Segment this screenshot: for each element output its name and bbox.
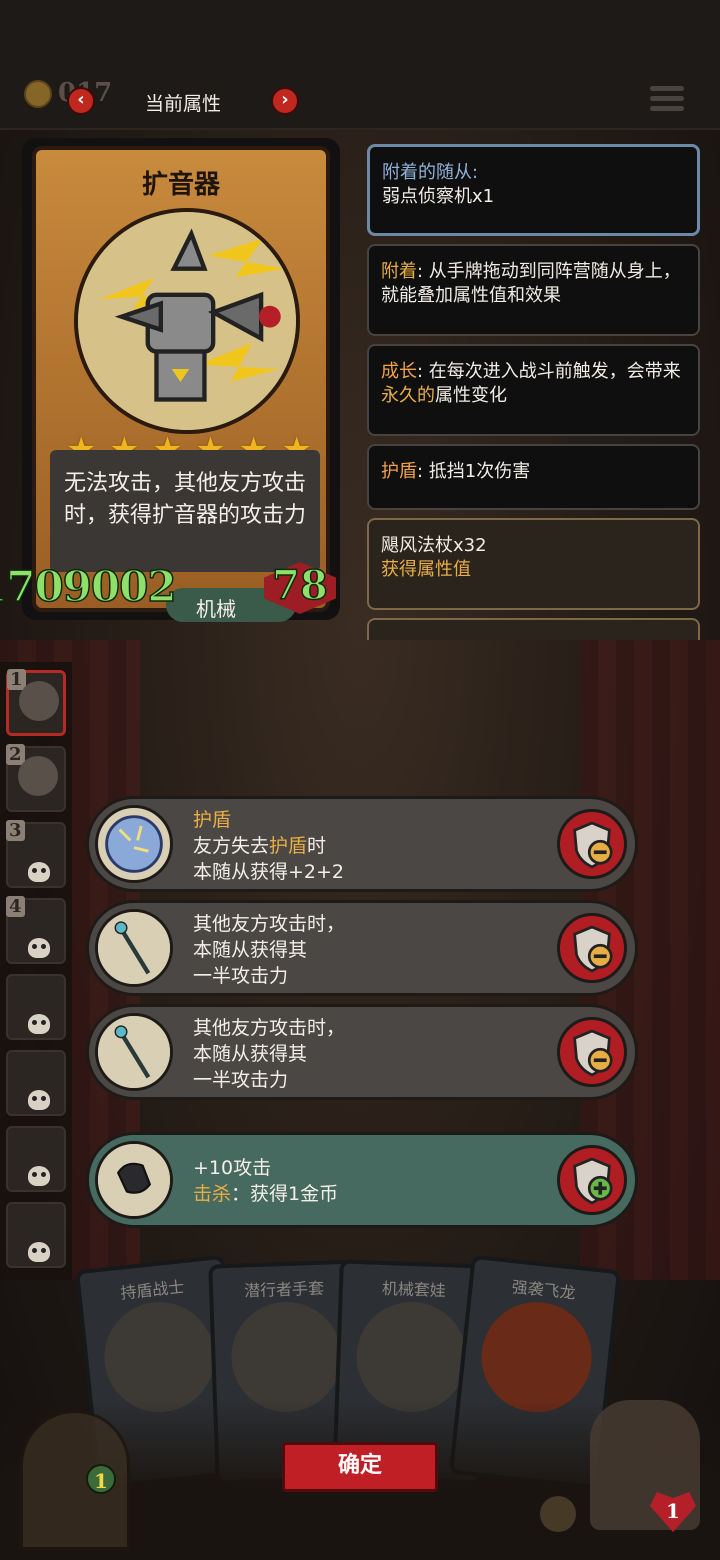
attached-minion-panel: 附着的随从: 弱点侦察机x1 xyxy=(367,144,700,236)
minion-sidebar: 1 2 3 4 xyxy=(0,662,72,1280)
effect-title: 护盾 xyxy=(193,809,232,831)
slot-number: 4 xyxy=(6,896,25,917)
effect-line: 其他友方攻击时， xyxy=(193,1017,346,1039)
sidebar-slot[interactable] xyxy=(6,1126,66,1192)
remove-effect-button[interactable] xyxy=(557,913,627,983)
sidebar-slot[interactable] xyxy=(6,974,66,1040)
attach-keyword-panel: 附着: 从手牌拖动到同阵营随从身上，就能叠加属性值和效果 xyxy=(367,244,700,336)
slot-number: 3 xyxy=(6,820,25,841)
sidebar-slot[interactable] xyxy=(6,1050,66,1116)
panel-text: : 从手牌拖动到同阵营随从身上，就能叠加属性值和效果 xyxy=(381,261,681,306)
panel-highlight: 永久的 xyxy=(381,385,435,406)
remove-effect-button[interactable] xyxy=(557,809,627,879)
gauntlet-icon xyxy=(95,1141,173,1219)
panel-label: 附着的随从: xyxy=(382,162,479,183)
staff-icon xyxy=(95,909,173,987)
remove-effect-button[interactable] xyxy=(557,1017,627,1087)
panel-text: 获得属性值 xyxy=(381,559,471,580)
sidebar-slot[interactable]: 3 xyxy=(6,820,66,888)
panel-text: : 抵挡1次伤害 xyxy=(417,461,531,482)
skull-icon xyxy=(28,862,50,882)
gauntlet-icon xyxy=(229,1300,344,1414)
panel-label: 成长 xyxy=(381,361,417,382)
effect-line: 其他友方攻击时， xyxy=(193,913,346,935)
skull-icon xyxy=(28,938,50,958)
effect-description: 护盾 友方失去护盾时 本随从获得+2+2 xyxy=(193,807,553,885)
panel-label: 护盾 xyxy=(381,461,417,482)
effect-row: 其他友方攻击时， 本随从获得其 一半攻击力 xyxy=(86,1004,638,1100)
minion-card: 扩音器 ★ ★ ★ ★ ★ ★ 无法攻击 xyxy=(22,138,340,622)
bell-icon[interactable] xyxy=(540,1496,576,1532)
sidebar-slot[interactable] xyxy=(6,1202,66,1268)
sidebar-slot[interactable]: 2 xyxy=(6,744,66,812)
growth-keyword-panel: 成长: 在每次进入战斗前触发，会带来永久的属性变化 xyxy=(367,344,700,436)
gold-coin-icon xyxy=(24,80,52,108)
panel-text: 弱点侦察机x1 xyxy=(382,186,495,207)
megaphone-robot-icon xyxy=(74,208,300,434)
skull-icon xyxy=(28,1014,50,1034)
card-description-box: 无法攻击，其他友方攻击时，获得扩音器的攻击力 xyxy=(50,450,320,572)
confirm-button[interactable]: 确定 xyxy=(282,1442,438,1492)
skull-icon xyxy=(28,1166,50,1186)
dwarf-portrait-icon xyxy=(18,756,58,796)
effect-description: 其他友方攻击时， 本随从获得其 一半攻击力 xyxy=(193,911,553,989)
skull-icon xyxy=(28,1242,50,1262)
robot-doll-icon xyxy=(354,1300,469,1414)
slot-number: 2 xyxy=(6,744,25,765)
effect-line: 友方失去护盾时 xyxy=(193,835,327,857)
shield-keyword-panel: 护盾: 抵挡1次伤害 xyxy=(367,444,700,510)
gained-stats-panel-partial xyxy=(367,618,700,640)
menu-icon[interactable] xyxy=(650,86,684,116)
card-description: 无法攻击，其他友方攻击时，获得扩音器的攻击力 xyxy=(63,471,306,528)
shield-orb-icon xyxy=(95,805,173,883)
top-bar xyxy=(0,0,720,130)
attack-value: 1709002 xyxy=(0,561,177,612)
effect-description: +10攻击 击杀：获得1金币 xyxy=(193,1155,553,1207)
wizard-portrait-icon xyxy=(19,681,59,721)
panel-text: 属性变化 xyxy=(435,385,507,406)
effect-line: 本随从获得其 xyxy=(193,939,308,961)
staff-icon xyxy=(95,1013,173,1091)
slot-number: 1 xyxy=(7,669,26,690)
panel-text: 飓风法杖x32 xyxy=(381,535,487,556)
hand-card-name: 潜行者手套 xyxy=(243,1278,325,1301)
card-name: 扩音器 xyxy=(141,170,220,200)
add-effect-button[interactable] xyxy=(557,1145,627,1215)
effect-line: 击杀：获得1金币 xyxy=(193,1183,339,1205)
door-count: 1 xyxy=(86,1464,116,1494)
panel-text: : 在每次进入战斗前触发，会带来 xyxy=(417,361,681,382)
sidebar-slot[interactable]: 4 xyxy=(6,896,66,964)
card-frame: 扩音器 ★ ★ ★ ★ ★ ★ 无法攻击 xyxy=(32,146,330,622)
effect-line: 本随从获得其 xyxy=(193,1043,308,1065)
effect-line: 一半攻击力 xyxy=(193,1069,289,1091)
skull-icon xyxy=(28,1090,50,1110)
effect-row: +10攻击 击杀：获得1金币 xyxy=(86,1132,638,1228)
panel-label: 附着 xyxy=(381,261,417,282)
effect-line: 一半攻击力 xyxy=(193,965,289,987)
health-value: 78 xyxy=(271,561,328,610)
next-arrow-button[interactable]: › xyxy=(271,87,299,115)
effect-row: 其他友方攻击时， 本随从获得其 一半攻击力 xyxy=(86,900,638,996)
effect-row: 护盾 友方失去护盾时 本随从获得+2+2 xyxy=(86,796,638,892)
sidebar-slot[interactable]: 1 xyxy=(6,669,66,736)
effect-line: 本随从获得+2+2 xyxy=(193,861,345,883)
gained-stats-panel: 飓风法杖x32 获得属性值 xyxy=(367,518,700,610)
page-title: 当前属性 xyxy=(144,93,221,115)
effect-description: 其他友方攻击时， 本随从获得其 一半攻击力 xyxy=(193,1015,553,1093)
prev-arrow-button[interactable]: ‹ xyxy=(67,87,95,115)
effect-line: +10攻击 xyxy=(193,1157,272,1179)
card-type: 机械 xyxy=(196,597,236,621)
hand-card-name: 机械套娃 xyxy=(381,1278,447,1301)
